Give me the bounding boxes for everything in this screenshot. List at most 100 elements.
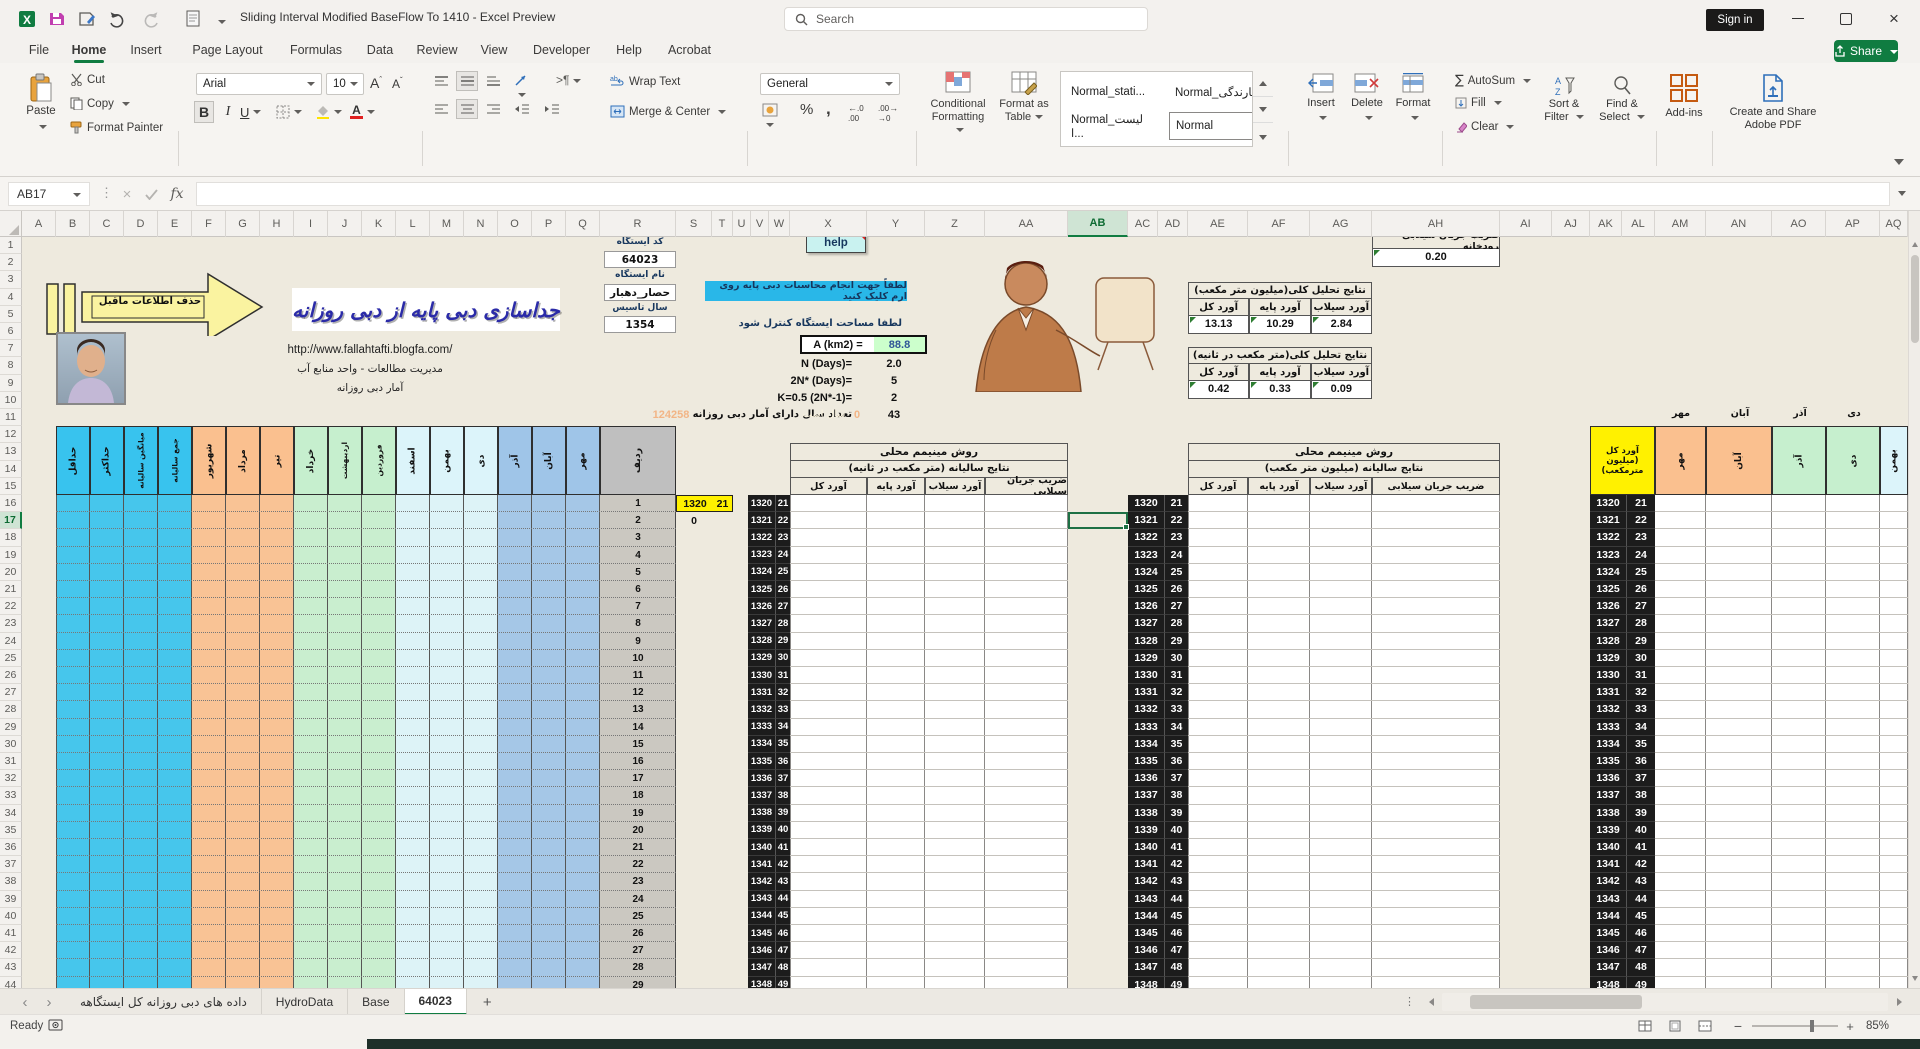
column-header-AQ[interactable]: AQ bbox=[1880, 211, 1908, 237]
column-header-Y[interactable]: Y bbox=[867, 211, 925, 237]
style-gallery-item[interactable]: Normal_لیست ا... bbox=[1065, 112, 1163, 140]
tab-scroll-dots-icon[interactable]: ⋮ bbox=[1404, 995, 1416, 1008]
method-table-row[interactable] bbox=[790, 736, 1068, 753]
align-right-icon[interactable] bbox=[486, 103, 501, 115]
sheet-tab-4[interactable]: 64023 bbox=[405, 989, 467, 1015]
row-header-28[interactable]: 28 bbox=[0, 701, 22, 718]
increase-indent-icon[interactable] bbox=[544, 103, 560, 115]
column-header-AK[interactable]: AK bbox=[1590, 211, 1622, 237]
method-table-row[interactable] bbox=[1188, 753, 1500, 770]
method-table-row[interactable] bbox=[790, 633, 1068, 650]
flood-coef-value[interactable]: 0.20 bbox=[1372, 249, 1500, 267]
row-header-34[interactable]: 34 bbox=[0, 805, 22, 822]
row-header-22[interactable]: 22 bbox=[0, 598, 22, 615]
month-column-header[interactable]: خرداد bbox=[294, 426, 328, 495]
maximize-button[interactable] bbox=[1826, 0, 1866, 37]
right-table-row[interactable] bbox=[1655, 753, 1908, 770]
column-header-H[interactable]: H bbox=[260, 211, 294, 237]
find-select-button[interactable]: Find & Select bbox=[1596, 75, 1648, 124]
row-header-9[interactable]: 9 bbox=[0, 375, 22, 392]
left-table-row[interactable] bbox=[56, 908, 676, 925]
align-middle-icon[interactable] bbox=[456, 71, 478, 91]
view-normal-icon[interactable] bbox=[1638, 1020, 1652, 1032]
method-table-row[interactable] bbox=[790, 564, 1068, 581]
column-header-W[interactable]: W bbox=[769, 211, 790, 237]
column-header-M[interactable]: M bbox=[430, 211, 464, 237]
hscroll-right-icon[interactable] bbox=[1890, 989, 1908, 1015]
row-header-23[interactable]: 23 bbox=[0, 615, 22, 632]
left-table-row[interactable] bbox=[56, 650, 676, 667]
left-table-row[interactable] bbox=[56, 547, 676, 564]
scroll-up-icon[interactable] bbox=[1909, 237, 1920, 251]
column-header-AL[interactable]: AL bbox=[1622, 211, 1655, 237]
left-table-row[interactable] bbox=[56, 529, 676, 546]
column-header-N[interactable]: N bbox=[464, 211, 498, 237]
row-header-11[interactable]: 11 bbox=[0, 409, 22, 426]
method-table-row[interactable] bbox=[1188, 891, 1500, 908]
radif-header[interactable]: ردیف bbox=[600, 426, 676, 495]
month-column-header[interactable]: آذر bbox=[498, 426, 532, 495]
left-table-row[interactable] bbox=[56, 719, 676, 736]
left-table-row[interactable] bbox=[56, 925, 676, 942]
right-table-row[interactable] bbox=[1655, 770, 1908, 787]
vscroll-thumb[interactable] bbox=[1911, 255, 1919, 343]
search-box[interactable]: Search bbox=[784, 7, 1148, 31]
right-table-row[interactable] bbox=[1655, 925, 1908, 942]
right-table-row[interactable] bbox=[1655, 633, 1908, 650]
sheet-tab-3[interactable]: Base bbox=[348, 989, 404, 1015]
right-table-row[interactable] bbox=[1655, 564, 1908, 581]
wrap-text-button[interactable]: ab Wrap Text bbox=[610, 75, 680, 88]
decrease-font-icon[interactable]: Aˇ bbox=[392, 76, 403, 91]
column-header-I[interactable]: I bbox=[294, 211, 328, 237]
percent-style-button[interactable]: % bbox=[800, 101, 813, 118]
column-header-F[interactable]: F bbox=[192, 211, 226, 237]
column-header-K[interactable]: K bbox=[362, 211, 396, 237]
view-page-break-icon[interactable] bbox=[1698, 1020, 1712, 1032]
zoom-level[interactable]: 85% bbox=[1866, 1020, 1889, 1032]
method-table-row[interactable] bbox=[790, 529, 1068, 546]
row-header-13[interactable]: 13 bbox=[0, 443, 22, 460]
zoom-slider[interactable] bbox=[1752, 1025, 1838, 1027]
row-header-19[interactable]: 19 bbox=[0, 547, 22, 564]
method-table-row[interactable] bbox=[790, 753, 1068, 770]
row-header-20[interactable]: 20 bbox=[0, 564, 22, 581]
method-table-row[interactable] bbox=[790, 942, 1068, 959]
right-month-header[interactable]: بهمن bbox=[1880, 426, 1908, 495]
column-header-AO[interactable]: AO bbox=[1772, 211, 1826, 237]
name-box[interactable]: AB17 bbox=[8, 182, 90, 206]
borders-button[interactable] bbox=[276, 101, 302, 123]
row-header-14[interactable]: 14 bbox=[0, 461, 22, 478]
row-header-27[interactable]: 27 bbox=[0, 684, 22, 701]
font-name-combo[interactable]: Arial bbox=[196, 73, 322, 95]
align-center-icon[interactable] bbox=[456, 99, 478, 119]
italic-button[interactable]: I bbox=[220, 101, 236, 123]
method-table-row[interactable] bbox=[790, 547, 1068, 564]
method-table-row[interactable] bbox=[790, 512, 1068, 529]
row-header-29[interactable]: 29 bbox=[0, 719, 22, 736]
column-header-AB[interactable]: AB bbox=[1068, 211, 1128, 237]
column-header-AA[interactable]: AA bbox=[985, 211, 1068, 237]
column-header-P[interactable]: P bbox=[532, 211, 566, 237]
right-table-row[interactable] bbox=[1655, 529, 1908, 546]
left-table-row[interactable] bbox=[56, 839, 676, 856]
row-header-2[interactable]: 2 bbox=[0, 254, 22, 271]
column-header-Q[interactable]: Q bbox=[566, 211, 600, 237]
month-column-header[interactable]: دی bbox=[464, 426, 498, 495]
right-table-row[interactable] bbox=[1655, 547, 1908, 564]
save-as-icon[interactable] bbox=[76, 8, 98, 30]
vertical-scrollbar[interactable] bbox=[1908, 211, 1920, 988]
sheet-tab-1[interactable]: داده های دبی روزانه کل ایستگاهه bbox=[66, 989, 262, 1015]
right-table-row[interactable] bbox=[1655, 598, 1908, 615]
method-table-row[interactable] bbox=[1188, 977, 1500, 988]
left-table-row[interactable] bbox=[56, 701, 676, 718]
row-header-21[interactable]: 21 bbox=[0, 581, 22, 598]
row-header-16[interactable]: 16 bbox=[0, 495, 22, 512]
font-color-button[interactable]: A bbox=[350, 101, 375, 123]
method-table-row[interactable] bbox=[790, 873, 1068, 890]
expand-formula-bar-icon[interactable] bbox=[1898, 191, 1906, 196]
accounting-format-button[interactable] bbox=[762, 103, 778, 131]
comma-style-button[interactable]: , bbox=[826, 99, 831, 119]
method-table-row[interactable] bbox=[790, 581, 1068, 598]
month-column-header[interactable]: مرداد bbox=[226, 426, 260, 495]
left-table-row[interactable] bbox=[56, 805, 676, 822]
